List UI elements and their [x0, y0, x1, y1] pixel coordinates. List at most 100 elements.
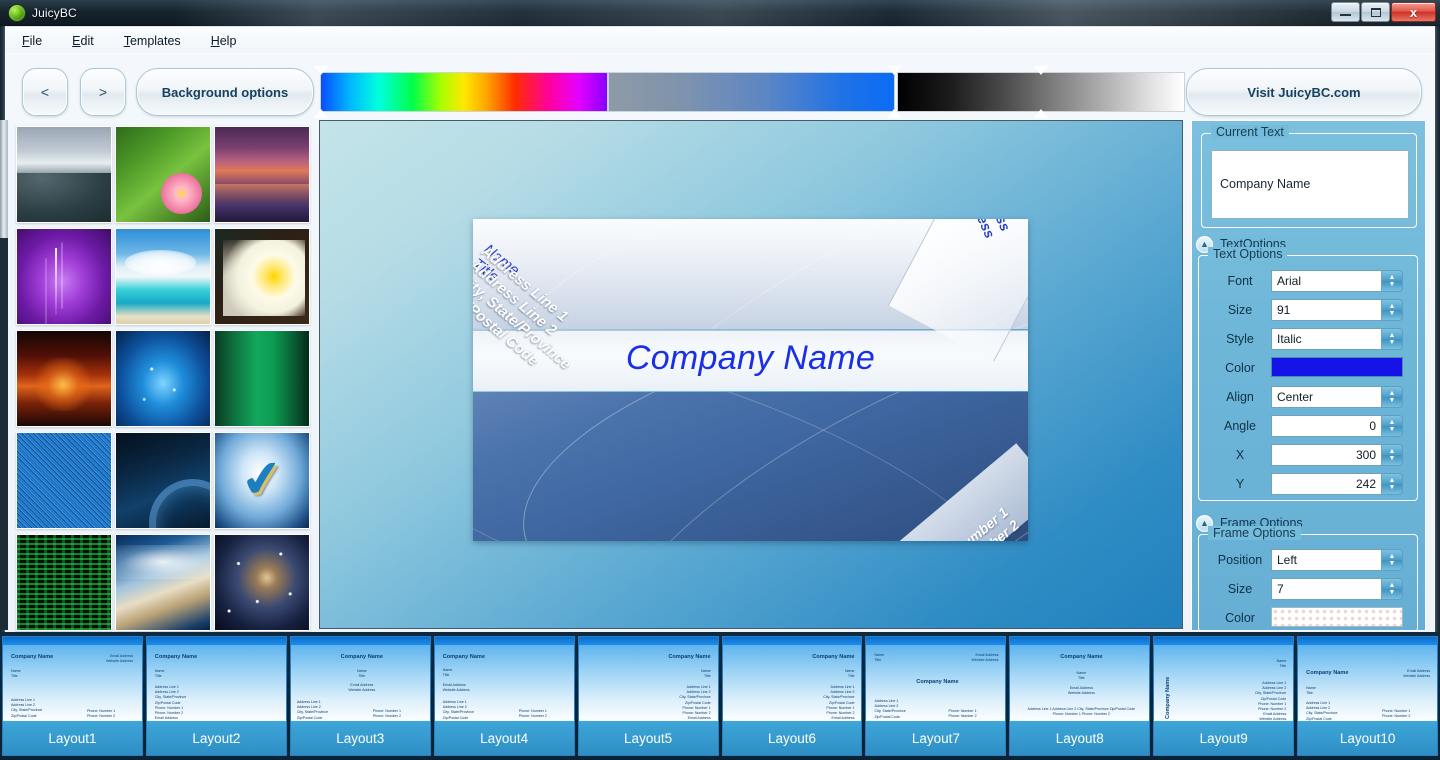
current-text-input[interactable]: Company Name	[1211, 150, 1409, 219]
next-background-button[interactable]: >	[80, 68, 126, 116]
layout-template-5[interactable]: Company NameName TitleAddress Line 1 Add…	[578, 636, 719, 756]
text-option-spinner-size[interactable]: ▲▼	[1382, 299, 1403, 321]
text-option-spinner-style[interactable]: ▲▼	[1382, 328, 1403, 350]
chevron-up-icon[interactable]: ▲	[1389, 274, 1396, 281]
layout-template-1[interactable]: Company NameEmail Address Website Addres…	[2, 636, 143, 756]
layout-preview-text: Company Name	[1306, 669, 1348, 677]
chevron-up-icon[interactable]: ▲	[1389, 419, 1396, 426]
menu-edit[interactable]: Edit	[68, 31, 98, 51]
text-option-label-y: Y	[1209, 477, 1271, 491]
frame-option-spinner-size[interactable]: ▲▼	[1382, 578, 1403, 600]
purple-lightning-image	[17, 229, 111, 324]
background-thumbnail-blue-water-bubbles[interactable]	[115, 330, 211, 427]
background-thumbnail-lotus-flower[interactable]	[115, 126, 211, 223]
text-option-spinner-align[interactable]: ▲▼	[1382, 386, 1403, 408]
layout-template-7[interactable]: Name TitleEmail Address Website AddressC…	[865, 636, 1006, 756]
layout-card-preview: Company NameName TitleEmail Address Webs…	[291, 645, 430, 723]
menu-help[interactable]: Help	[207, 31, 241, 51]
background-thumbnail-fire-forest[interactable]	[16, 330, 112, 427]
chevron-up-icon[interactable]: ▲	[1389, 390, 1396, 397]
background-thumbnail-purple-lightning[interactable]	[16, 228, 112, 325]
text-option-input-x[interactable]: 300	[1271, 444, 1382, 466]
frame-option-row-size: Size7▲▼	[1209, 578, 1409, 600]
business-card[interactable]: Name Title Email Address Website Address…	[473, 219, 1028, 541]
visit-website-button[interactable]: Visit JuicyBC.com	[1186, 68, 1422, 116]
text-option-input-angle[interactable]: 0	[1271, 415, 1382, 437]
background-thumbnail-green-curtain[interactable]	[214, 330, 310, 427]
chevron-down-icon[interactable]: ▼	[1389, 484, 1396, 491]
brightness-slider[interactable]	[897, 68, 1185, 116]
hue-slider[interactable]	[320, 68, 608, 116]
background-thumbnail-blue-noise-texture[interactable]	[16, 432, 112, 529]
chevron-up-icon[interactable]: ▲	[1389, 582, 1396, 589]
background-thumbnail-galaxy-nebula[interactable]	[214, 534, 310, 631]
background-thumbnail-blue-tech-sphere[interactable]	[115, 432, 211, 529]
background-thumbnail-daffodils[interactable]	[214, 228, 310, 325]
chevron-down-icon[interactable]: ▼	[1389, 589, 1396, 596]
layout-template-3[interactable]: Company NameName TitleEmail Address Webs…	[290, 636, 431, 756]
hue-slider-track[interactable]	[320, 72, 608, 112]
hue-slider-marker-top[interactable]	[314, 66, 328, 75]
chevron-up-icon[interactable]: ▲	[1389, 553, 1396, 560]
layout-template-10[interactable]: Company NameEmail Address Website Addres…	[1297, 636, 1438, 756]
layout-template-2[interactable]: Company NameName TitleAddress Line 1 Add…	[146, 636, 287, 756]
chevron-up-icon[interactable]: ▲	[1389, 448, 1396, 455]
frame-option-spinner-position[interactable]: ▲▼	[1382, 549, 1403, 571]
chevron-up-icon[interactable]: ▲	[1389, 332, 1396, 339]
menu-file[interactable]: File	[18, 31, 46, 51]
text-option-input-align[interactable]: Center	[1271, 386, 1382, 408]
layout-template-4[interactable]: Company NameName TitleEmail Address Webs…	[434, 636, 575, 756]
previous-background-button[interactable]: <	[22, 68, 68, 116]
background-thumbnail-earth-from-space[interactable]	[115, 534, 211, 631]
chevron-down-icon[interactable]: ▼	[1389, 310, 1396, 317]
background-thumbnail-misty-mountains[interactable]	[16, 126, 112, 223]
menu-templates[interactable]: Templates	[120, 31, 185, 51]
layout-preview-text: Name Title	[443, 668, 453, 678]
minimize-button[interactable]	[1331, 2, 1360, 22]
frame-option-color-swatch[interactable]	[1271, 607, 1403, 627]
text-option-input-size[interactable]: 91	[1271, 299, 1382, 321]
text-option-spinner-angle[interactable]: ▲▼	[1382, 415, 1403, 437]
text-option-color-swatch[interactable]	[1271, 357, 1403, 377]
text-option-spinner-font[interactable]: ▲▼	[1382, 270, 1403, 292]
text-option-input-font[interactable]: Arial	[1271, 270, 1382, 292]
text-option-spinner-y[interactable]: ▲▼	[1382, 473, 1403, 495]
hue-slider-marker-bottom[interactable]	[314, 109, 328, 118]
layout-template-8[interactable]: Company NameName TitleEmail Address Webs…	[1009, 636, 1150, 756]
close-button[interactable]: x	[1391, 2, 1436, 22]
chevron-down-icon[interactable]: ▼	[1389, 281, 1396, 288]
chevron-down-icon[interactable]: ▼	[1389, 397, 1396, 404]
background-thumbnail-purple-sunset[interactable]	[214, 126, 310, 223]
brightness-slider-track[interactable]	[897, 72, 1185, 112]
background-thumbnail-blue-checkmark[interactable]	[214, 432, 310, 529]
text-option-input-y[interactable]: 242	[1271, 473, 1382, 495]
background-options-button[interactable]: Background options	[136, 68, 314, 116]
card-preview-canvas[interactable]: Name Title Email Address Website Address…	[319, 120, 1183, 629]
thumbnail-scrollbar[interactable]	[0, 120, 8, 630]
chevron-down-icon[interactable]: ▼	[1389, 339, 1396, 346]
layout-preview-text: Name Title	[1010, 671, 1149, 681]
chevron-up-icon[interactable]: ▲	[1389, 303, 1396, 310]
layout-template-6[interactable]: Company NameName TitleAddress Line 1 Add…	[722, 636, 863, 756]
chevron-down-icon[interactable]: ▼	[1389, 426, 1396, 433]
layout-template-9[interactable]: Company NameName TitleAddress Line 1 Add…	[1153, 636, 1294, 756]
background-thumbnail-tropical-beach[interactable]	[115, 228, 211, 325]
frame-option-input-position[interactable]: Left	[1271, 549, 1382, 571]
brightness-slider-marker-bottom[interactable]	[1034, 109, 1048, 118]
frame-option-input-size[interactable]: 7	[1271, 578, 1382, 600]
text-option-spinner-x[interactable]: ▲▼	[1382, 444, 1403, 466]
background-thumbnail-green-matrix-code[interactable]	[16, 534, 112, 631]
chevron-up-icon[interactable]: ▲	[1389, 477, 1396, 484]
scrollbar-thumb[interactable]	[0, 120, 8, 238]
text-option-row-y: Y242▲▼	[1209, 473, 1409, 495]
chevron-down-icon[interactable]: ▼	[1389, 560, 1396, 567]
text-option-control-angle: 0▲▼	[1271, 415, 1403, 437]
maximize-button[interactable]	[1361, 2, 1390, 22]
frame-options-group: Frame Options PositionLeft▲▼Size7▲▼Color	[1198, 534, 1418, 631]
text-option-input-style[interactable]: Italic	[1271, 328, 1382, 350]
earth-from-space-image	[116, 535, 210, 630]
brightness-slider-marker-top[interactable]	[1034, 66, 1048, 75]
saturation-slider[interactable]	[608, 68, 895, 116]
saturation-slider-track[interactable]	[608, 72, 895, 112]
chevron-down-icon[interactable]: ▼	[1389, 455, 1396, 462]
